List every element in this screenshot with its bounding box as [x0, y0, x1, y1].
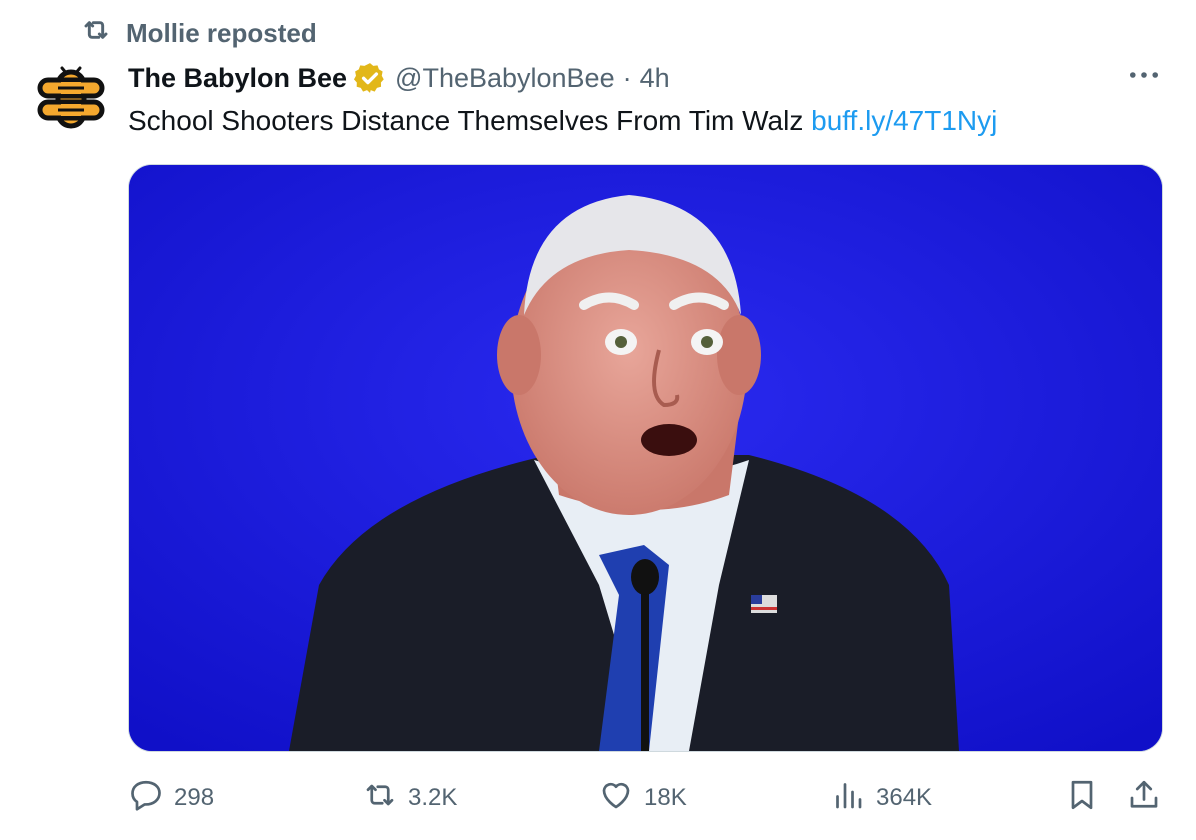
tweet-card[interactable]: Mollie reposted The Babylon Bee @TheBaby…: [0, 0, 1196, 840]
bookmark-button[interactable]: [1064, 776, 1100, 820]
repost-count: 3.2K: [408, 784, 458, 811]
reply-count: 298: [174, 784, 215, 811]
heart-icon: [598, 777, 634, 820]
like-count: 18K: [644, 784, 687, 811]
views-button[interactable]: 364K: [830, 776, 932, 820]
photo-man-at-podium: [129, 165, 1162, 751]
tweet-media-photo[interactable]: [128, 164, 1163, 752]
repost-icon: [80, 14, 112, 53]
more-icon: [1128, 67, 1160, 85]
more-options-button[interactable]: [1124, 60, 1164, 92]
tweet-text: School Shooters Distance Themselves From…: [128, 102, 997, 142]
separator-dot: ·: [622, 62, 632, 93]
timestamp[interactable]: 4h: [640, 63, 670, 94]
analytics-icon: [830, 777, 866, 820]
tweet-actions: 298 3.2K 18K 364K: [0, 776, 1196, 820]
author-name[interactable]: The Babylon Bee: [128, 63, 347, 94]
repost-label: Mollie reposted: [126, 17, 317, 48]
verified-badge-icon[interactable]: [353, 61, 387, 95]
tweet-body: School Shooters Distance Themselves From…: [128, 105, 812, 136]
reply-icon: [128, 777, 164, 820]
repost-button[interactable]: 3.2K: [362, 776, 457, 820]
avatar[interactable]: [32, 58, 110, 136]
views-count: 364K: [876, 784, 933, 811]
author-handle[interactable]: @TheBabylonBee: [395, 63, 615, 94]
share-button[interactable]: [1126, 776, 1162, 820]
repost-action-icon: [362, 777, 398, 820]
author-row: The Babylon Bee @TheBabylonBee · 4h: [128, 58, 670, 98]
tweet-link[interactable]: buff.ly/47T1Nyj: [811, 105, 997, 136]
bookmark-icon: [1064, 777, 1100, 820]
like-button[interactable]: 18K: [598, 776, 687, 820]
reply-button[interactable]: 298: [128, 776, 214, 820]
repost-indicator[interactable]: Mollie reposted: [80, 18, 317, 48]
share-icon: [1126, 777, 1162, 820]
